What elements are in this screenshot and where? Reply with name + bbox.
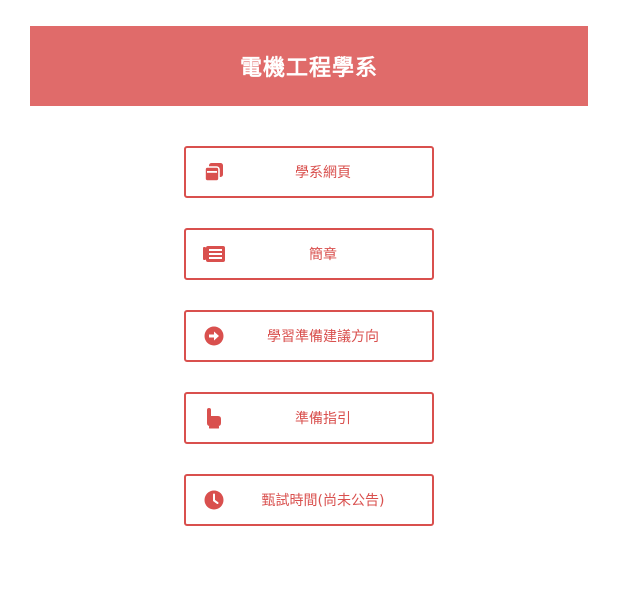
page: 電機工程學系 學系網頁 簡章 學習準備建議方向 準備指引 甄試時間(尚未公告) bbox=[0, 0, 627, 595]
link-menu: 學系網頁 簡章 學習準備建議方向 準備指引 甄試時間(尚未公告) bbox=[184, 146, 434, 556]
department-website-button[interactable]: 學系網頁 bbox=[184, 146, 434, 198]
hand-pointer-icon bbox=[202, 406, 226, 430]
study-suggestions-button[interactable]: 學習準備建議方向 bbox=[184, 310, 434, 362]
arrow-circle-right-icon bbox=[202, 324, 226, 348]
header-banner: 電機工程學系 bbox=[30, 26, 588, 106]
clock-icon bbox=[202, 488, 226, 512]
window-restore-icon bbox=[202, 160, 226, 184]
preparation-guide-button[interactable]: 準備指引 bbox=[184, 392, 434, 444]
exam-schedule-button[interactable]: 甄試時間(尚未公告) bbox=[184, 474, 434, 526]
page-title: 電機工程學系 bbox=[239, 56, 378, 81]
newspaper-icon bbox=[202, 242, 226, 266]
brochure-button[interactable]: 簡章 bbox=[184, 228, 434, 280]
